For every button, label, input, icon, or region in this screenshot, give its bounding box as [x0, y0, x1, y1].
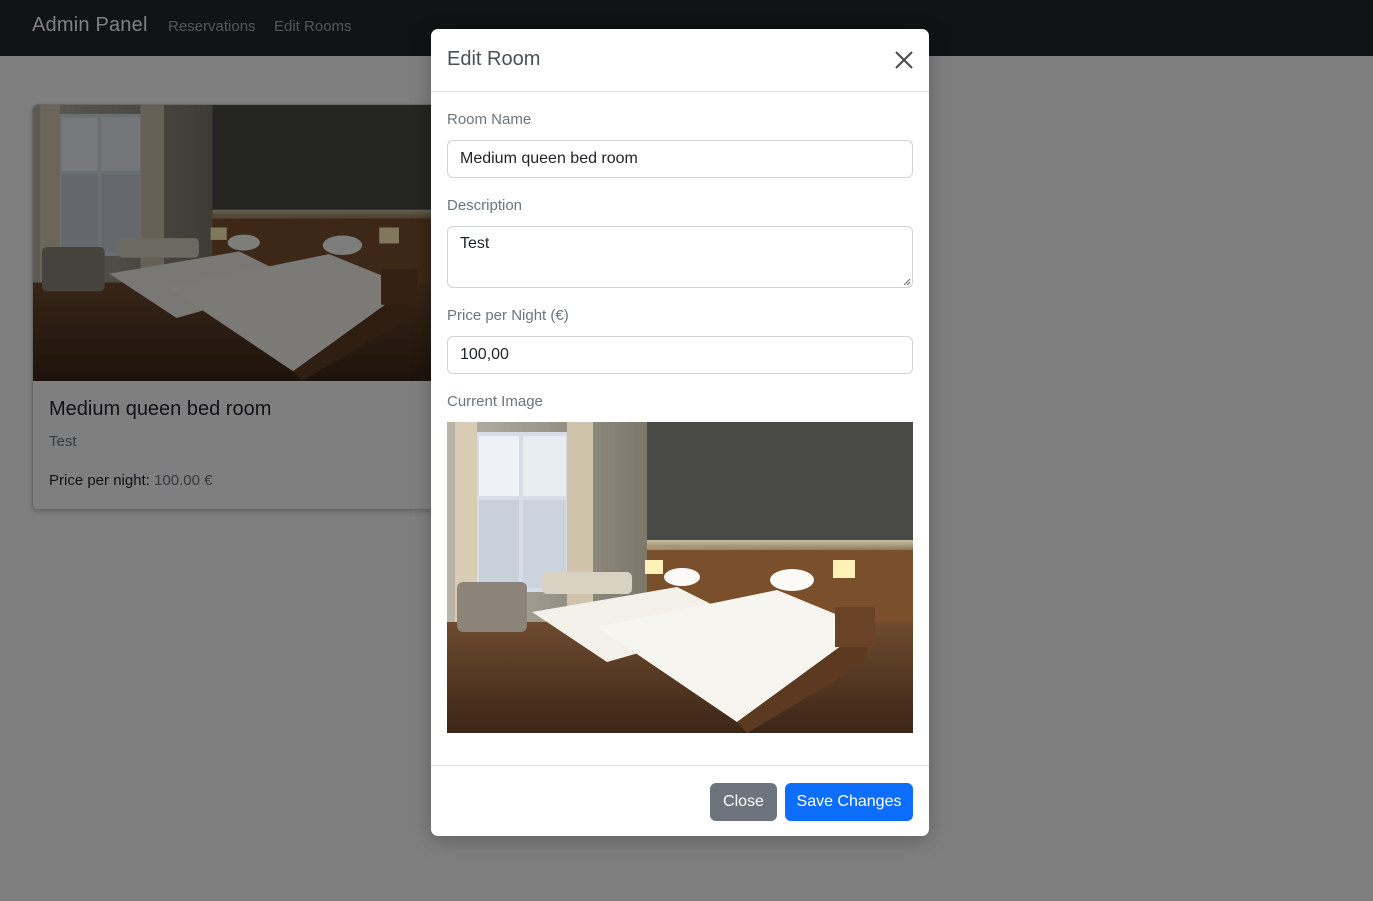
room-name-input[interactable]	[447, 140, 913, 178]
room-name-label: Room Name	[447, 111, 532, 128]
close-icon[interactable]	[893, 49, 915, 71]
modal-footer: Close Save Changes	[431, 765, 929, 836]
description-label: Description	[447, 197, 523, 214]
description-textarea[interactable]: Test	[447, 226, 913, 288]
price-label: Price per Night (€)	[447, 307, 569, 324]
current-image-label: Current Image	[447, 393, 543, 410]
price-input[interactable]	[447, 336, 913, 374]
resize-grip-icon[interactable]	[902, 277, 911, 286]
modal-header: Edit Room	[431, 29, 929, 92]
edit-room-modal: Edit Room Room Name Description Test Pri…	[431, 29, 929, 836]
modal-title: Edit Room	[447, 48, 541, 70]
close-button[interactable]: Close	[710, 783, 777, 821]
current-room-image	[447, 422, 913, 733]
save-changes-button[interactable]: Save Changes	[785, 783, 913, 821]
